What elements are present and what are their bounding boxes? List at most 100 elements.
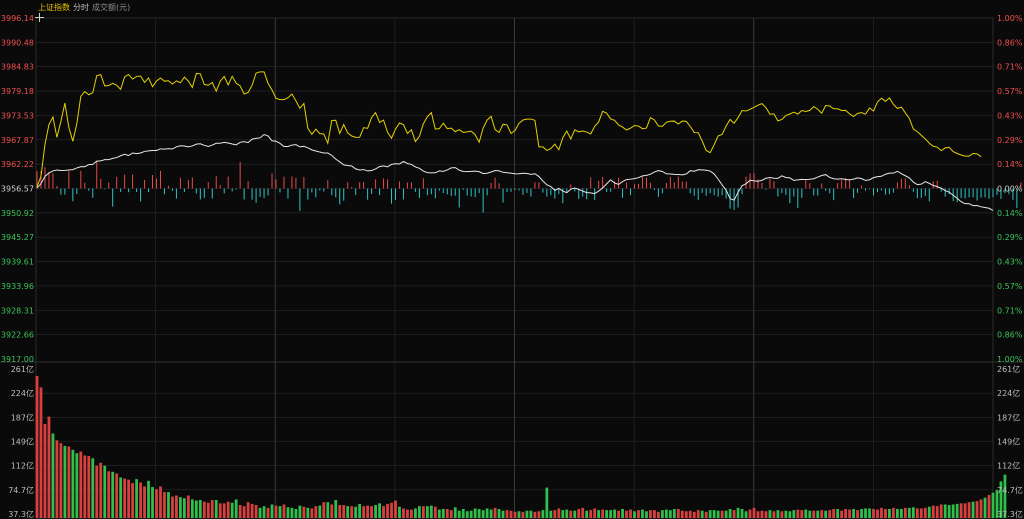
turnover-bar bbox=[915, 508, 919, 518]
turnover-bar bbox=[107, 471, 111, 518]
turnover-bar bbox=[852, 508, 855, 518]
turnover-bar bbox=[410, 509, 413, 518]
price-tick-label: 3917.00 bbox=[1, 355, 34, 364]
turnover-bar bbox=[103, 465, 107, 518]
turnover-bar bbox=[457, 510, 461, 518]
turnover-bar bbox=[115, 473, 119, 518]
turnover-bar bbox=[748, 509, 752, 518]
turnover-bar bbox=[334, 499, 338, 518]
turnover-bar bbox=[119, 477, 123, 518]
turnover-bar bbox=[390, 502, 393, 518]
turnover-bar bbox=[923, 507, 927, 518]
turnover-bar bbox=[322, 502, 326, 518]
turnover-bar bbox=[378, 503, 381, 518]
turnover-bar bbox=[653, 510, 656, 518]
turnover-bar bbox=[840, 510, 844, 518]
turnover-bar bbox=[382, 506, 385, 518]
turnover-bar bbox=[79, 451, 83, 518]
turnover-bar bbox=[274, 505, 278, 518]
turnover-bar bbox=[903, 507, 907, 518]
turnover-bar bbox=[71, 449, 75, 518]
turnover-bar bbox=[489, 509, 493, 518]
volume-label: 成交额(元) bbox=[92, 3, 131, 12]
turnover-bar bbox=[290, 507, 294, 518]
price-tick-label: 3996.14 bbox=[1, 14, 34, 23]
turnover-bar bbox=[302, 506, 306, 518]
volume-tick-label: 149亿 bbox=[11, 437, 34, 447]
pct-tick-label: 0.14% bbox=[997, 209, 1023, 218]
turnover-bar bbox=[637, 510, 640, 518]
axis-labels: 3996.14 1.00% 3990.48 0.86% 3984.83 0.71% 3979… bbox=[1, 14, 1023, 519]
turnover-bar bbox=[629, 509, 632, 518]
turnover-bar bbox=[947, 505, 951, 518]
turnover-bar bbox=[557, 508, 561, 518]
turnover-bar bbox=[414, 508, 417, 518]
turnover-bar bbox=[772, 511, 776, 518]
turnover-bar bbox=[35, 376, 39, 518]
turnover-bar bbox=[660, 510, 664, 518]
turnover-bar bbox=[421, 506, 425, 518]
turnover-bar bbox=[190, 499, 194, 518]
pct-tick-label: 0.14% bbox=[997, 160, 1023, 169]
turnover-bar bbox=[167, 492, 170, 518]
turnover-bar bbox=[955, 503, 959, 518]
turnover-bar bbox=[692, 511, 696, 518]
mode-label[interactable]: 分时 bbox=[73, 3, 89, 13]
turnover-bar bbox=[836, 508, 840, 518]
price-tick-label: 3990.48 bbox=[1, 38, 34, 47]
turnover-bar bbox=[927, 506, 931, 518]
turnover-bar bbox=[246, 502, 250, 518]
turnover-bar bbox=[617, 510, 620, 518]
turnover-bar bbox=[625, 510, 628, 518]
turnover-bar bbox=[935, 506, 939, 518]
pct-tick-label: 0.71% bbox=[997, 63, 1023, 72]
pct-tick-label: 0.57% bbox=[997, 282, 1023, 291]
turnover-bar bbox=[123, 478, 127, 518]
turnover-bar bbox=[278, 506, 282, 518]
volume-tick-label: 261亿 bbox=[11, 364, 34, 374]
intraday-chart[interactable]: 3996.14 1.00% 3990.48 0.86% 3984.83 0.71% 3979… bbox=[0, 0, 1024, 519]
turnover-bar bbox=[318, 505, 322, 518]
turnover-bar bbox=[657, 511, 660, 518]
turnover-bar bbox=[828, 510, 832, 518]
turnover-bar bbox=[712, 510, 716, 518]
turnover-bar bbox=[139, 482, 142, 518]
turnover-bar bbox=[55, 440, 59, 518]
turnover-bar bbox=[218, 503, 222, 518]
index-title[interactable]: 上证指数 bbox=[38, 3, 70, 13]
turnover-bar bbox=[931, 505, 935, 518]
crosshair-cursor-icon bbox=[35, 13, 44, 22]
turnover-bar bbox=[198, 499, 202, 518]
turnover-bar bbox=[788, 511, 792, 518]
turnover-bar bbox=[314, 506, 318, 518]
volume-tick-label-right: 37.3亿 bbox=[997, 509, 1023, 519]
turnover-bar bbox=[99, 462, 103, 518]
turnover-bar bbox=[437, 509, 441, 518]
turnover-bar bbox=[943, 504, 947, 518]
turnover-bar bbox=[896, 508, 899, 518]
turnover-bar bbox=[63, 445, 67, 518]
turnover-bar bbox=[812, 510, 816, 518]
turnover-bar bbox=[250, 503, 254, 518]
price-tick-label: 3928.31 bbox=[1, 306, 34, 315]
turnover-bar bbox=[505, 510, 509, 518]
turnover-bar bbox=[808, 510, 812, 518]
turnover-bar bbox=[860, 508, 863, 518]
turnover-bar bbox=[210, 499, 214, 518]
turnover-bar bbox=[688, 510, 692, 518]
turnover-bar bbox=[286, 507, 290, 518]
turnover-bar bbox=[266, 507, 270, 518]
turnover-bar bbox=[238, 505, 242, 518]
turnover-bar bbox=[816, 510, 820, 518]
turnover-bar bbox=[525, 510, 529, 518]
turnover-bar bbox=[720, 510, 724, 518]
turnover-bar bbox=[147, 480, 150, 518]
turnover-bar bbox=[848, 509, 851, 518]
turnover-bar bbox=[449, 510, 453, 518]
turnover-bar bbox=[354, 506, 358, 518]
turnover-bar bbox=[214, 499, 218, 518]
turnover-bar bbox=[202, 501, 206, 518]
pct-tick-label: 0.86% bbox=[997, 38, 1023, 47]
turnover-bar bbox=[796, 509, 800, 518]
pct-tick-label: 0.43% bbox=[997, 258, 1023, 267]
